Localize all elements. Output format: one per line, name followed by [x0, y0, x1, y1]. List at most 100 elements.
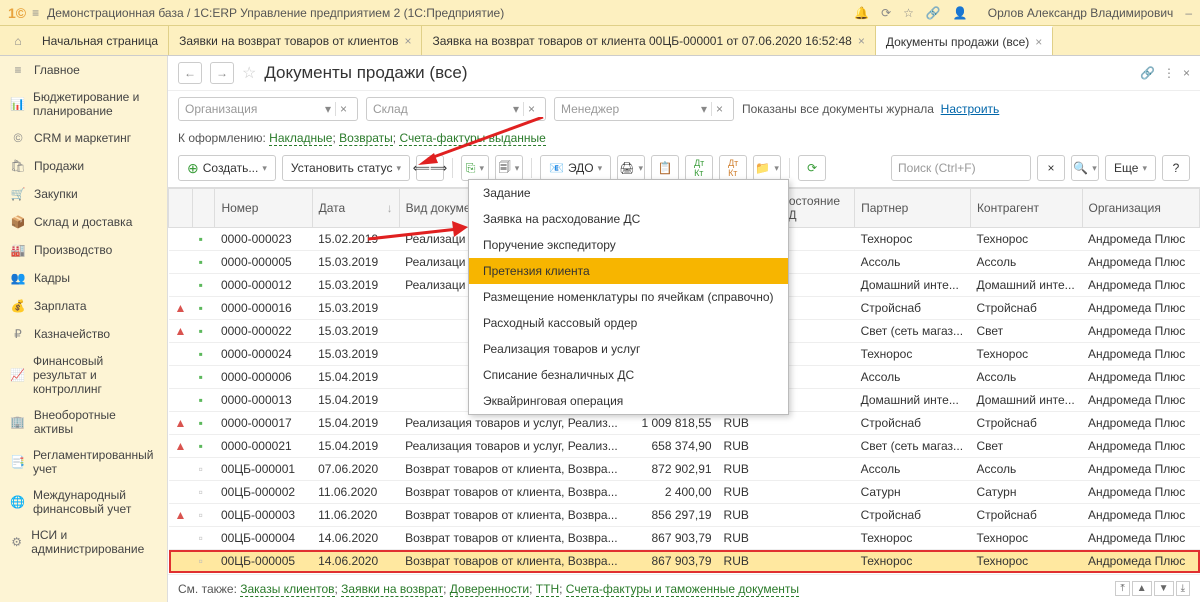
toolbar-icon-1[interactable]: ⟸⟹ [416, 155, 444, 181]
table-row[interactable]: ▲▫00ЦБ-00000311.06.2020Возврат товаров о… [169, 504, 1200, 527]
tab-close-icon[interactable]: × [1035, 35, 1042, 49]
toolbar: Создать...▾ Установить статус▾ ⟸⟹ ⎘▾ 🗐▾ … [168, 149, 1200, 187]
table-row[interactable]: ▫00ЦБ-00000414.06.2020Возврат товаров от… [169, 527, 1200, 550]
col-header-1[interactable] [193, 189, 215, 228]
tab-1[interactable]: Заявка на возврат товаров от клиента 00Ц… [422, 26, 875, 55]
filter-warehouse[interactable]: Склад▾× [366, 97, 546, 121]
nav-back[interactable]: ← [178, 62, 202, 84]
sidebar-item-7[interactable]: 👥Кадры [0, 264, 167, 292]
nav-up: ▲ [1132, 581, 1152, 596]
star-icon[interactable]: ☆ [903, 6, 914, 20]
link-icon[interactable]: 🔗 [926, 6, 941, 20]
footer-link-0[interactable]: Заказы клиентов [240, 582, 334, 597]
edo-button[interactable]: 📧 ЭДО▾ [540, 155, 611, 181]
dropdown-item-1[interactable]: Заявка на расходование ДС [469, 206, 788, 232]
history-icon[interactable]: ⟳ [881, 6, 891, 20]
table-nav[interactable]: ⤒▲▼⤓ [1115, 581, 1190, 596]
sidebar-item-9[interactable]: ₽Казначейство [0, 320, 167, 348]
dtkt-button[interactable]: ДтКт [685, 155, 713, 181]
sidebar-item-1[interactable]: 📊Бюджетирование и планирование [0, 84, 167, 124]
col-header-0[interactable] [169, 189, 193, 228]
filter-org[interactable]: Организация▾× [178, 97, 358, 121]
dropdown-item-3[interactable]: Претензия клиента [469, 258, 788, 284]
sidebar-label: Бюджетирование и планирование [33, 90, 157, 118]
col-header-9[interactable]: Контрагент [970, 189, 1082, 228]
dropdown-item-5[interactable]: Расходный кассовый ордер [469, 310, 788, 336]
titlebar: 1© ≡ Демонстрационная база / 1С:ERP Упра… [0, 0, 1200, 26]
nav-fwd[interactable]: → [210, 62, 234, 84]
sidebar-item-3[interactable]: 🛍Продажи [0, 152, 167, 180]
bell-icon[interactable]: 🔔 [854, 6, 869, 20]
user-icon[interactable]: 👤 [953, 6, 968, 20]
more-button[interactable]: Еще▾ [1105, 155, 1156, 181]
tab-0[interactable]: Заявки на возврат товаров от клиентов× [169, 26, 422, 55]
favorite-star[interactable]: ☆ [242, 63, 256, 83]
link-action-icon[interactable]: 🔗 [1140, 66, 1155, 80]
table-row[interactable]: ▲▪0000-00002115.04.2019Реализация товаро… [169, 435, 1200, 458]
search-clear[interactable]: × [1037, 155, 1065, 181]
dropdown-item-6[interactable]: Реализация товаров и услуг [469, 336, 788, 362]
refresh-button[interactable]: ⟳ [798, 155, 826, 181]
close-page-icon[interactable]: × [1183, 66, 1190, 80]
sidebar-label: Продажи [34, 159, 84, 173]
search-input[interactable]: Поиск (Ctrl+F) [891, 155, 1031, 181]
footer-link-4[interactable]: Счета-фактуры и таможенные документы [566, 582, 799, 597]
sidebar-item-2[interactable]: ©CRM и маркетинг [0, 124, 167, 152]
configure-link[interactable]: Настроить [941, 102, 1000, 116]
dropdown-item-8[interactable]: Эквайринговая операция [469, 388, 788, 414]
toolbar-icon-5[interactable]: 📋 [651, 155, 679, 181]
quick-link-0[interactable]: Накладные [269, 131, 332, 146]
toolbar-icon-8[interactable]: 📁▾ [753, 155, 781, 181]
print-button[interactable]: 🖨▾ [617, 155, 645, 181]
tab-close-icon[interactable]: × [858, 34, 865, 48]
create-button[interactable]: Создать...▾ [178, 155, 276, 181]
dropdown-item-4[interactable]: Размещение номенклатуры по ячейкам (спра… [469, 284, 788, 310]
tab-home[interactable]: Начальная страница [32, 26, 169, 55]
quick-links-row: К оформлению: Накладные; Возвраты; Счета… [168, 127, 1200, 149]
create-based-on-button[interactable]: ⎘▾ [461, 155, 489, 181]
nav-last: ⤓ [1176, 581, 1190, 596]
sidebar-item-11[interactable]: 🏢Внеоборотные активы [0, 402, 167, 442]
search-go[interactable]: 🔍▾ [1071, 155, 1099, 181]
sidebar-label: Склад и доставка [34, 215, 132, 229]
sidebar-label: Закупки [34, 187, 78, 201]
table-row[interactable]: ▫00ЦБ-00000107.06.2020Возврат товаров от… [169, 458, 1200, 481]
sidebar-label: Финансовый результат и контроллинг [33, 354, 157, 396]
quick-link-1[interactable]: Возвраты [339, 131, 393, 146]
col-header-3[interactable]: Дата ↓ [312, 189, 399, 228]
col-header-2[interactable]: Номер [215, 189, 312, 228]
home-button[interactable]: ⌂ [4, 26, 32, 55]
dropdown-item-2[interactable]: Поручение экспедитору [469, 232, 788, 258]
user-name[interactable]: Орлов Александр Владимирович [988, 6, 1174, 20]
tab-close-icon[interactable]: × [404, 34, 411, 48]
sidebar-item-10[interactable]: 📈Финансовый результат и контроллинг [0, 348, 167, 402]
footer-link-3[interactable]: ТТН [536, 582, 559, 597]
filter-manager[interactable]: Менеджер▾× [554, 97, 734, 121]
tabbar: ⌂ Начальная страница Заявки на возврат т… [0, 26, 1200, 56]
sidebar-item-0[interactable]: ≡Главное [0, 56, 167, 84]
sidebar-item-6[interactable]: 🏭Производство [0, 236, 167, 264]
quick-link-2[interactable]: Счета-фактуры выданные [399, 131, 545, 146]
sidebar-item-8[interactable]: 💰Зарплата [0, 292, 167, 320]
minimize-icon[interactable]: – [1185, 6, 1192, 20]
footer-link-2[interactable]: Доверенности [450, 582, 529, 597]
sidebar-item-13[interactable]: 🌐Международный финансовый учет [0, 482, 167, 522]
dropdown-item-7[interactable]: Списание безналичных ДС [469, 362, 788, 388]
table-row[interactable]: ▫00ЦБ-00000211.06.2020Возврат товаров от… [169, 481, 1200, 504]
col-header-10[interactable]: Организация [1082, 189, 1200, 228]
sidebar-item-14[interactable]: ⚙НСИ и администрирование [0, 522, 167, 562]
table-row[interactable]: ▫00ЦБ-00000514.06.2020Возврат товаров от… [169, 550, 1200, 573]
help-button[interactable]: ? [1162, 155, 1190, 181]
footer-link-1[interactable]: Заявки на возврат [341, 582, 443, 597]
tab-2[interactable]: Документы продажи (все)× [876, 26, 1053, 55]
more-action-icon[interactable]: ⋮ [1163, 66, 1175, 80]
dropdown-item-0[interactable]: Задание [469, 180, 788, 206]
sidebar-item-5[interactable]: 📦Склад и доставка [0, 208, 167, 236]
toolbar-icon-3[interactable]: 🗐▾ [495, 155, 523, 181]
menu-icon[interactable]: ≡ [32, 6, 39, 20]
set-status-button[interactable]: Установить статус▾ [282, 155, 410, 181]
col-header-8[interactable]: Партнер [855, 189, 971, 228]
sidebar-item-12[interactable]: 📑Регламентированный учет [0, 442, 167, 482]
sidebar-item-4[interactable]: 🛒Закупки [0, 180, 167, 208]
dtkt2-button[interactable]: ДтКт [719, 155, 747, 181]
